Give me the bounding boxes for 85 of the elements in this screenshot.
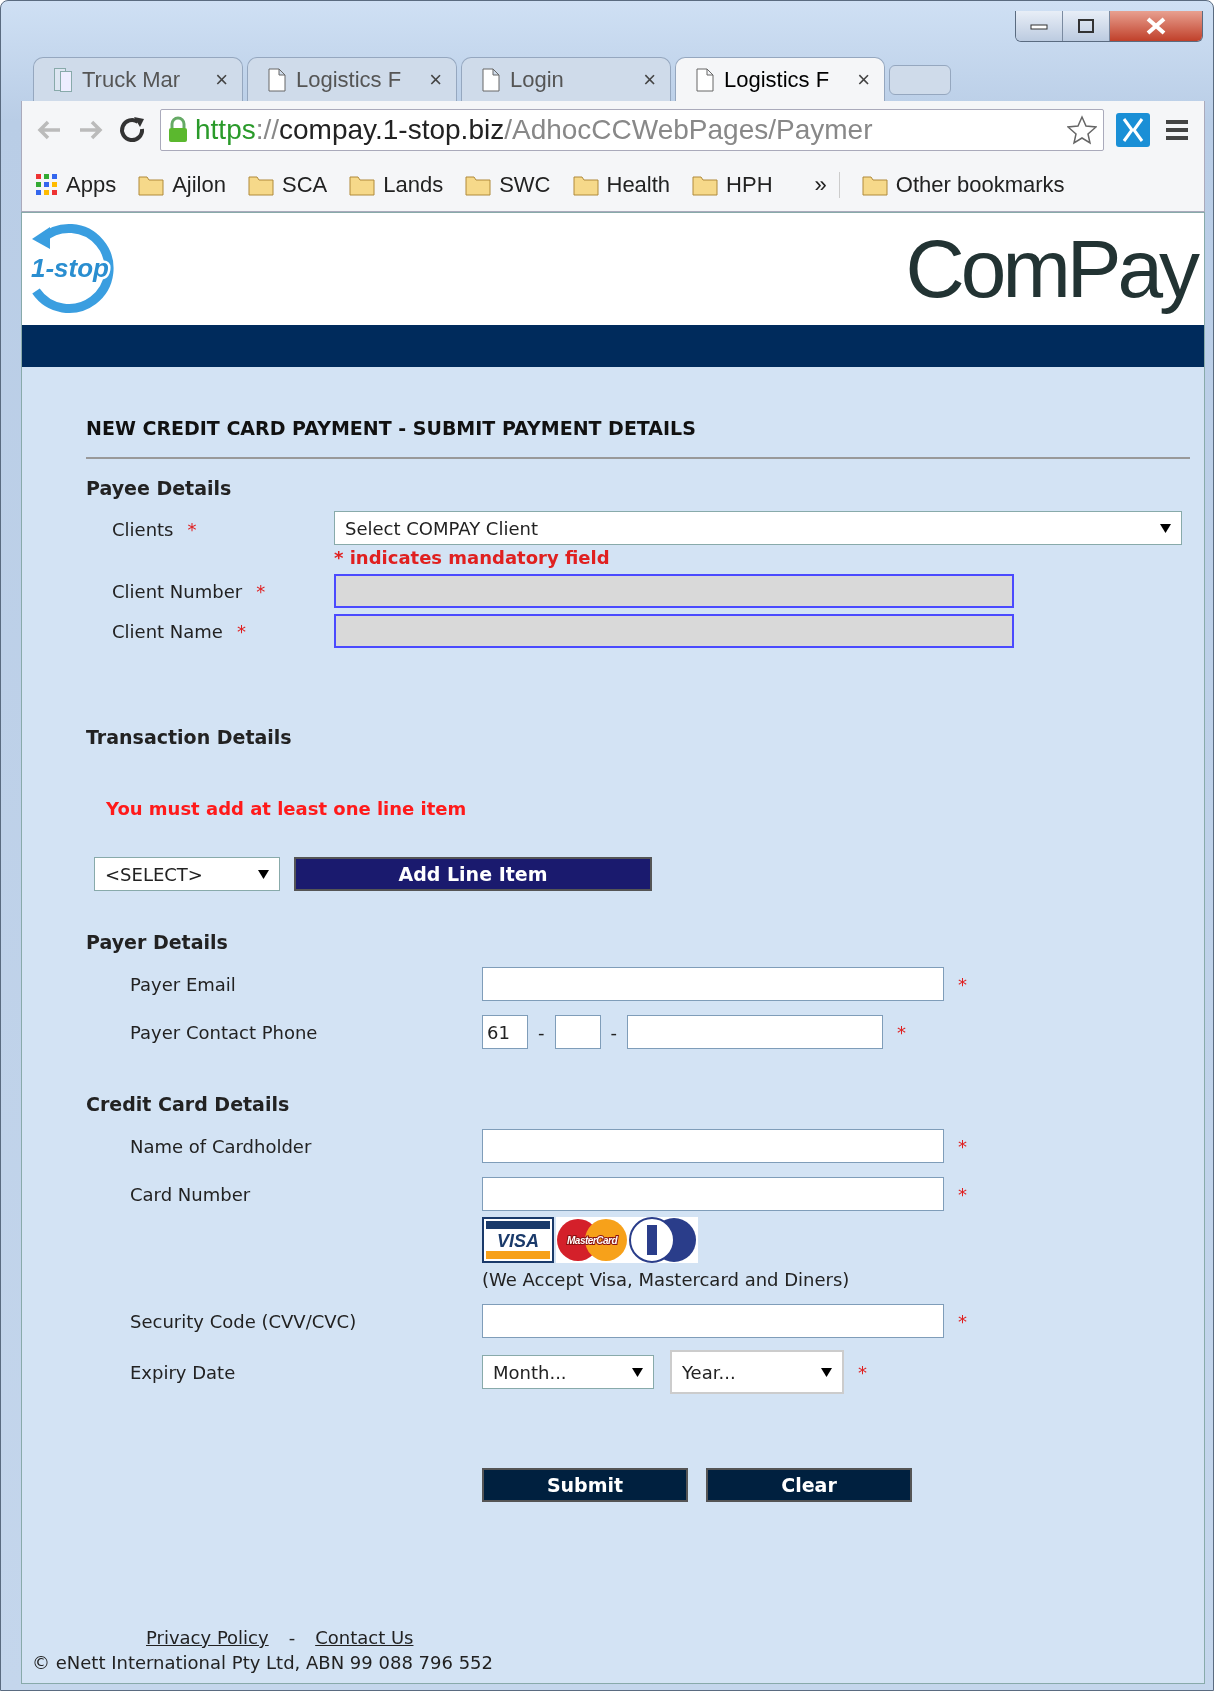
- required-mark: *: [858, 1361, 867, 1383]
- caret-icon: [632, 1366, 643, 1378]
- field-label: Client Number: [112, 580, 243, 602]
- browser-tab[interactable]: Truck Mar ×: [33, 57, 243, 101]
- input-field[interactable]: [482, 1129, 944, 1163]
- section-title: Credit Card Details: [86, 1093, 291, 1115]
- bookmark[interactable]: Other bookmarks: [861, 172, 1065, 198]
- folder-icon: [692, 174, 719, 196]
- documents-icon: [54, 67, 72, 92]
- accepted-cards-note: (We Accept Visa, Mastercard and Diners): [482, 1269, 851, 1290]
- minimize-icon: [1030, 22, 1048, 30]
- required-mark: *: [897, 1021, 906, 1043]
- field-label: Name of Cardholder: [130, 1135, 312, 1157]
- required-mark: *: [256, 580, 266, 602]
- submit-button[interactable]: Submit: [482, 1468, 688, 1502]
- maximize-icon: [1077, 18, 1095, 34]
- line-item-dropdown[interactable]: <SELECT>: [94, 857, 280, 891]
- folder-icon: [465, 174, 492, 196]
- mandatory-note: * indicates mandatory field: [334, 547, 611, 568]
- field-label: Expiry Date: [130, 1361, 236, 1383]
- apps-grid-icon: [36, 174, 58, 196]
- browser-tab[interactable]: Logistics F ×: [675, 57, 885, 101]
- required-mark: *: [187, 519, 197, 540]
- phone-number-field[interactable]: [627, 1015, 883, 1049]
- required-mark: *: [236, 620, 246, 642]
- contact-us-link[interactable]: Contact Us: [315, 1627, 414, 1648]
- document-icon: [482, 67, 500, 92]
- close-icon: [1145, 17, 1167, 35]
- folder-icon: [138, 174, 165, 196]
- separator: -: [538, 1021, 545, 1043]
- required-mark: *: [958, 1183, 967, 1205]
- bookmark[interactable]: Ajilon: [138, 172, 226, 198]
- section-title: Transaction Details: [86, 726, 293, 748]
- bookmark[interactable]: Health: [572, 172, 671, 198]
- required-mark: *: [958, 1310, 967, 1332]
- folder-icon: [349, 174, 376, 196]
- required-mark: *: [958, 973, 967, 995]
- field-label: Card Number: [130, 1183, 251, 1205]
- error-message: You must add at least one line item: [106, 798, 468, 819]
- folder-icon: [247, 174, 274, 196]
- browser-tab[interactable]: Logistics F ×: [247, 57, 457, 101]
- client-dropdown[interactable]: Select COMPAY Client: [334, 511, 1182, 545]
- caret-icon: [821, 1366, 832, 1378]
- bookmark[interactable]: Apps: [36, 172, 117, 198]
- close-button[interactable]: [1110, 11, 1202, 41]
- address-bar[interactable]: https://compay.1-stop.biz/AdhocCCWebPages/Paymer: [160, 109, 1104, 151]
- separator: -: [610, 1021, 617, 1043]
- clear-button[interactable]: Clear: [706, 1468, 912, 1502]
- required-mark: *: [958, 1135, 967, 1157]
- copyright-text: © eNett International Pty Ltd, ABN 99 088 796 552: [32, 1652, 494, 1673]
- overflow-chevron[interactable]: »: [814, 172, 840, 198]
- country-code-field[interactable]: 61: [482, 1015, 528, 1049]
- bookmark[interactable]: SCA: [247, 172, 328, 198]
- brand-logo: ComPay: [905, 222, 1196, 316]
- bookmark[interactable]: Lands: [349, 172, 444, 198]
- browser-tab[interactable]: Login ×: [461, 57, 671, 101]
- extension-icon[interactable]: [1116, 113, 1150, 147]
- folder-icon: [572, 174, 599, 196]
- bookmark[interactable]: SWC: [465, 172, 551, 198]
- field-label: Payer Contact Phone: [130, 1021, 318, 1043]
- maximize-button[interactable]: [1063, 11, 1110, 41]
- month-dropdown[interactable]: Month...: [482, 1355, 654, 1389]
- document-icon: [696, 67, 714, 92]
- add-line-item-button[interactable]: Add Line Item: [294, 857, 652, 891]
- privacy-policy-link[interactable]: Privacy Policy: [146, 1627, 269, 1648]
- input-field[interactable]: [482, 1304, 944, 1338]
- field-label: Payer Email: [130, 973, 236, 995]
- area-code-field[interactable]: [554, 1015, 601, 1049]
- section-title: Payer Details: [86, 931, 229, 953]
- field-label: Security Code (CVV/CVC): [130, 1310, 357, 1332]
- new-tab-button[interactable]: [889, 65, 951, 95]
- field-label: Client Name: [112, 620, 223, 642]
- document-icon: [268, 67, 286, 92]
- input-field[interactable]: [482, 967, 944, 1001]
- page-heading: NEW CREDIT CARD PAYMENT - SUBMIT PAYMENT DETAILS: [86, 417, 697, 439]
- section-title: Payee Details: [86, 477, 233, 499]
- input-field[interactable]: [482, 1177, 944, 1211]
- folder-icon: [861, 174, 888, 196]
- year-dropdown[interactable]: Year...: [670, 1350, 844, 1394]
- star-icon[interactable]: [1067, 115, 1097, 145]
- caret-icon: [1160, 522, 1171, 534]
- field-label: Clients: [112, 519, 174, 540]
- caret-icon: [258, 868, 269, 880]
- separator: -: [288, 1627, 296, 1648]
- bookmark[interactable]: HPH: [692, 172, 773, 198]
